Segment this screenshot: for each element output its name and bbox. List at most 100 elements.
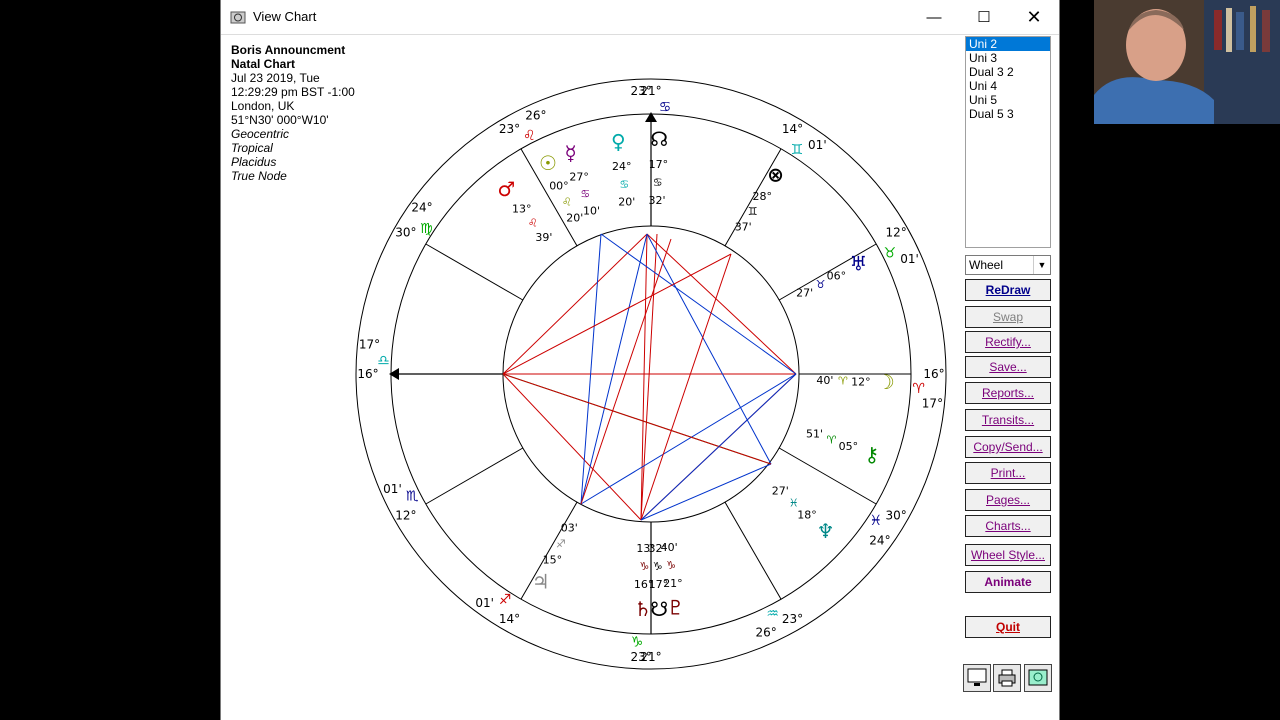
planet-minute: 37' [735,220,752,233]
planet-icon: ♇ [667,596,685,620]
chart-place: London, UK [231,99,295,113]
planet-sign-icon: ♊ [748,205,758,218]
quit-button[interactable]: Quit [965,616,1051,638]
planet-icon: ♂ [497,177,515,201]
webcam-image [1094,0,1280,124]
cusp-label: 14° [499,612,520,626]
planet-degree: 00° [549,179,569,192]
cusp-label: 01' [808,138,827,152]
reports-button[interactable]: Reports... [965,382,1051,404]
house-cusp-line [425,243,524,301]
cusp-label: 17° [922,397,943,411]
planet-minute: 32' [649,194,666,207]
chart-type: Natal Chart [231,57,296,71]
copy-send-button[interactable]: Copy/Send... [965,436,1051,458]
cusp-label: 24° [411,201,432,215]
zodiac-sign-icon: ♓ [869,513,882,529]
chart-list-item[interactable]: Uni 4 [966,79,1050,93]
zodiac-sign-icon: ♊ [791,142,804,158]
midheaven-arrow-icon [645,112,657,122]
cusp-label: 24° [869,533,890,547]
monitor-icon[interactable] [963,664,991,692]
aspect-line [640,233,658,521]
charts-button[interactable]: Charts... [965,515,1051,537]
minimize-button[interactable]: — [911,0,957,34]
planet-sign-icon: ♐ [556,538,566,551]
cusp-label: 16° [923,367,944,381]
chart-list-item[interactable]: Uni 2 [966,37,1050,51]
redraw-button[interactable]: ReDraw [965,279,1051,301]
cusp-label: 23° [782,612,803,626]
rectify-button[interactable]: Rectify... [965,331,1051,353]
planet-sign-icon: ♑ [639,560,649,573]
planet-degree: 06° [827,269,847,282]
planet-sign-icon: ♌ [562,195,572,208]
planet-degree: 15° [543,553,563,566]
planet-icon: ⊗ [767,163,784,187]
animate-button[interactable]: Animate [965,571,1051,593]
chart-option: Geocentric [231,127,290,141]
planet-icon: ♀ [611,129,626,153]
planet-icon: ♆ [817,519,835,543]
chart-option: Tropical [231,141,273,155]
planet-icon: ☊ [650,127,668,151]
cusp-label: 17° [359,337,380,351]
planet-minute: 40' [661,541,678,554]
chart-coords: 51°N30' 000°W10' [231,113,329,127]
swap-button[interactable]: Swap [965,306,1051,328]
save-button[interactable]: Save... [965,356,1051,378]
planet-degree: 21° [663,577,683,590]
planet-icon: ☉ [539,151,557,175]
close-button[interactable]: ✕ [1011,0,1057,34]
chart-list[interactable]: Uni 2 Uni 3 Dual 3 2 Uni 4 Uni 5 Dual 5 … [965,36,1051,248]
chart-list-item[interactable]: Uni 5 [966,93,1050,107]
chart-option: True Node [231,169,287,183]
natal-chart-wheel: 21°♋23°14°♊ 01'12°♉ 01'16°♈17°30°♓24°23°♒2… [355,78,947,670]
chart-name: Boris Announcment [231,43,346,57]
cusp-label: 01' [475,596,494,610]
aspect-line [640,233,648,521]
planet-sign-icon: ♉ [816,278,826,291]
aspect-line [640,373,797,521]
aspect-line [580,373,797,505]
zodiac-sign-icon: ♍ [420,221,433,237]
pages-button[interactable]: Pages... [965,489,1051,511]
planet-minute: 20' [618,196,635,209]
cusp-label: 12° [395,509,416,523]
planet-icon: ☽ [877,370,895,394]
planet-sign-icon: ♓ [789,496,799,509]
planet-icon: ☿ [564,141,576,165]
chart-list-item[interactable]: Dual 5 3 [966,107,1050,121]
chart-info: Boris Announcment Natal Chart Jul 23 201… [231,43,355,183]
zodiac-sign-icon: ♌ [523,128,536,144]
chart-list-item[interactable]: Dual 3 2 [966,65,1050,79]
wheel-style-value: Wheel [969,258,1004,272]
planet-minute: 10' [583,204,600,217]
wheel-style-button[interactable]: Wheel Style... [965,544,1051,566]
cusp-label: 26° [525,108,546,122]
transits-button[interactable]: Transits... [965,409,1051,431]
maximize-button[interactable]: ☐ [961,0,1007,34]
chart-list-item[interactable]: Uni 3 [966,51,1050,65]
planet-minute: 27' [772,484,789,497]
cusp-label: 26° [755,626,776,640]
planet-minute: 51' [806,428,823,441]
cusp-label: 12° [885,226,906,240]
export-icon[interactable] [1024,664,1052,692]
aspect-line [646,233,797,375]
planet-icon: ♃ [532,569,550,593]
cusp-label: 23° [630,650,651,664]
aspect-line [502,373,772,465]
ascendant-arrow-icon [389,368,399,380]
planet-sign-icon: ♑ [666,559,676,572]
aspect-line [502,233,648,375]
printer-icon[interactable] [993,664,1021,692]
wheel-style-select[interactable]: Wheel ▼ [965,255,1051,275]
cusp-label: 23° [499,122,520,136]
planet-sign-icon: ♑ [653,560,663,573]
chart-time: 12:29:29 pm BST -1:00 [231,85,355,99]
dropdown-arrow-icon: ▼ [1033,256,1050,274]
zodiac-sign-icon: ♎ [377,353,390,369]
zodiac-sign-icon: ♉ [884,245,897,261]
print-button[interactable]: Print... [965,462,1051,484]
